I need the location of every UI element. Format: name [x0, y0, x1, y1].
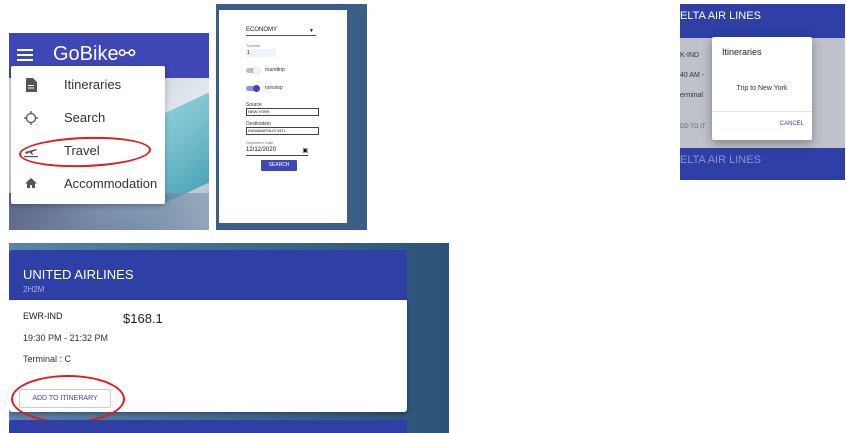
- bicycle-icon: ⚯: [118, 43, 136, 65]
- menu-icon[interactable]: [17, 49, 33, 61]
- calendar-icon[interactable]: ▣: [302, 147, 308, 154]
- class-select[interactable]: ECONOMY ▼: [246, 27, 316, 36]
- menu-item-label: Search: [64, 110, 106, 125]
- nonstop-toggle[interactable]: [246, 85, 260, 92]
- document-icon: [24, 78, 38, 92]
- cancel-button[interactable]: CANCEL: [780, 121, 804, 127]
- nonstop-label: nonstop: [265, 85, 283, 91]
- menu-item-search[interactable]: Search: [11, 103, 165, 133]
- nav-menu: Itineraries Search Travel Accommodation: [11, 66, 165, 204]
- destination-input[interactable]: INDIANAPOLIS INTL: [246, 127, 319, 135]
- annotation-circle-add: [11, 375, 125, 423]
- search-button[interactable]: SEARCH: [261, 160, 297, 171]
- roundtrip-label: roundtrip: [265, 67, 285, 73]
- source-input[interactable]: NEW YORK: [246, 108, 319, 116]
- flight-header-bg: ELTA AIR LINES: [680, 4, 845, 38]
- airline-name-bg: ELTA AIR LINES: [680, 10, 761, 22]
- crosshair-icon: [24, 111, 38, 125]
- flight-price: $168.1: [123, 311, 163, 326]
- time-bg: 40 AM -: [680, 72, 705, 79]
- itinerary-option[interactable]: Trip to New York: [712, 85, 812, 92]
- departure-label: Departure Date: [246, 140, 274, 145]
- flight-time: 19:30 PM - 21:32 PM: [23, 333, 109, 343]
- roundtrip-toggle[interactable]: [246, 67, 260, 74]
- search-card: ECONOMY ▼ Traveler 1 roundtrip nonstop So…: [219, 10, 347, 223]
- home-icon: [24, 177, 38, 191]
- next-flight-card-header: [9, 420, 407, 433]
- itineraries-dialog: Itineraries Trip to New York CANCEL: [712, 37, 812, 140]
- nav-drawer-screenshot: GoBike⚯ Itineraries Search Travel Accomm…: [9, 33, 209, 230]
- menu-item-accommodation[interactable]: Accommodation: [11, 169, 165, 199]
- flight-route: EWR-IND: [23, 311, 63, 321]
- flight-terminal: Terminal : C: [23, 354, 72, 364]
- terminal-bg: erminal: [680, 92, 703, 99]
- traveler-input[interactable]: 1: [246, 49, 276, 57]
- airline-name-bg: ELTA AIR LINES: [680, 154, 761, 166]
- menu-item-label: Accommodation: [64, 176, 158, 191]
- add-button-bg: DD TO IT: [680, 124, 706, 130]
- airline-name: UNITED AIRLINES: [23, 267, 134, 282]
- flight-card-header: UNITED AIRLINES 2H2M: [9, 250, 407, 300]
- flight-card-screenshot: UNITED AIRLINES 2H2M EWR-IND $168.1 19:3…: [9, 243, 449, 433]
- itinerary-dialog-screenshot: ELTA AIR LINES K-IND 40 AM - erminal DD …: [680, 4, 845, 180]
- menu-item-itineraries[interactable]: Itineraries: [11, 70, 165, 100]
- menu-item-label: Itineraries: [64, 77, 122, 92]
- dialog-title: Itineraries: [722, 47, 762, 57]
- route-bg: K-IND: [680, 52, 700, 59]
- brand-logo: GoBike⚯: [53, 43, 136, 65]
- traveler-label: Traveler: [246, 43, 261, 48]
- next-flight-header-bg: ELTA AIR LINES: [680, 148, 845, 180]
- departure-date-input[interactable]: 12/12/2020 ▣: [246, 147, 308, 156]
- flight-duration: 2H2M: [23, 285, 45, 294]
- chevron-down-icon: ▼: [309, 28, 314, 34]
- divider: [712, 111, 812, 112]
- search-form-screenshot: ECONOMY ▼ Traveler 1 roundtrip nonstop So…: [216, 4, 367, 230]
